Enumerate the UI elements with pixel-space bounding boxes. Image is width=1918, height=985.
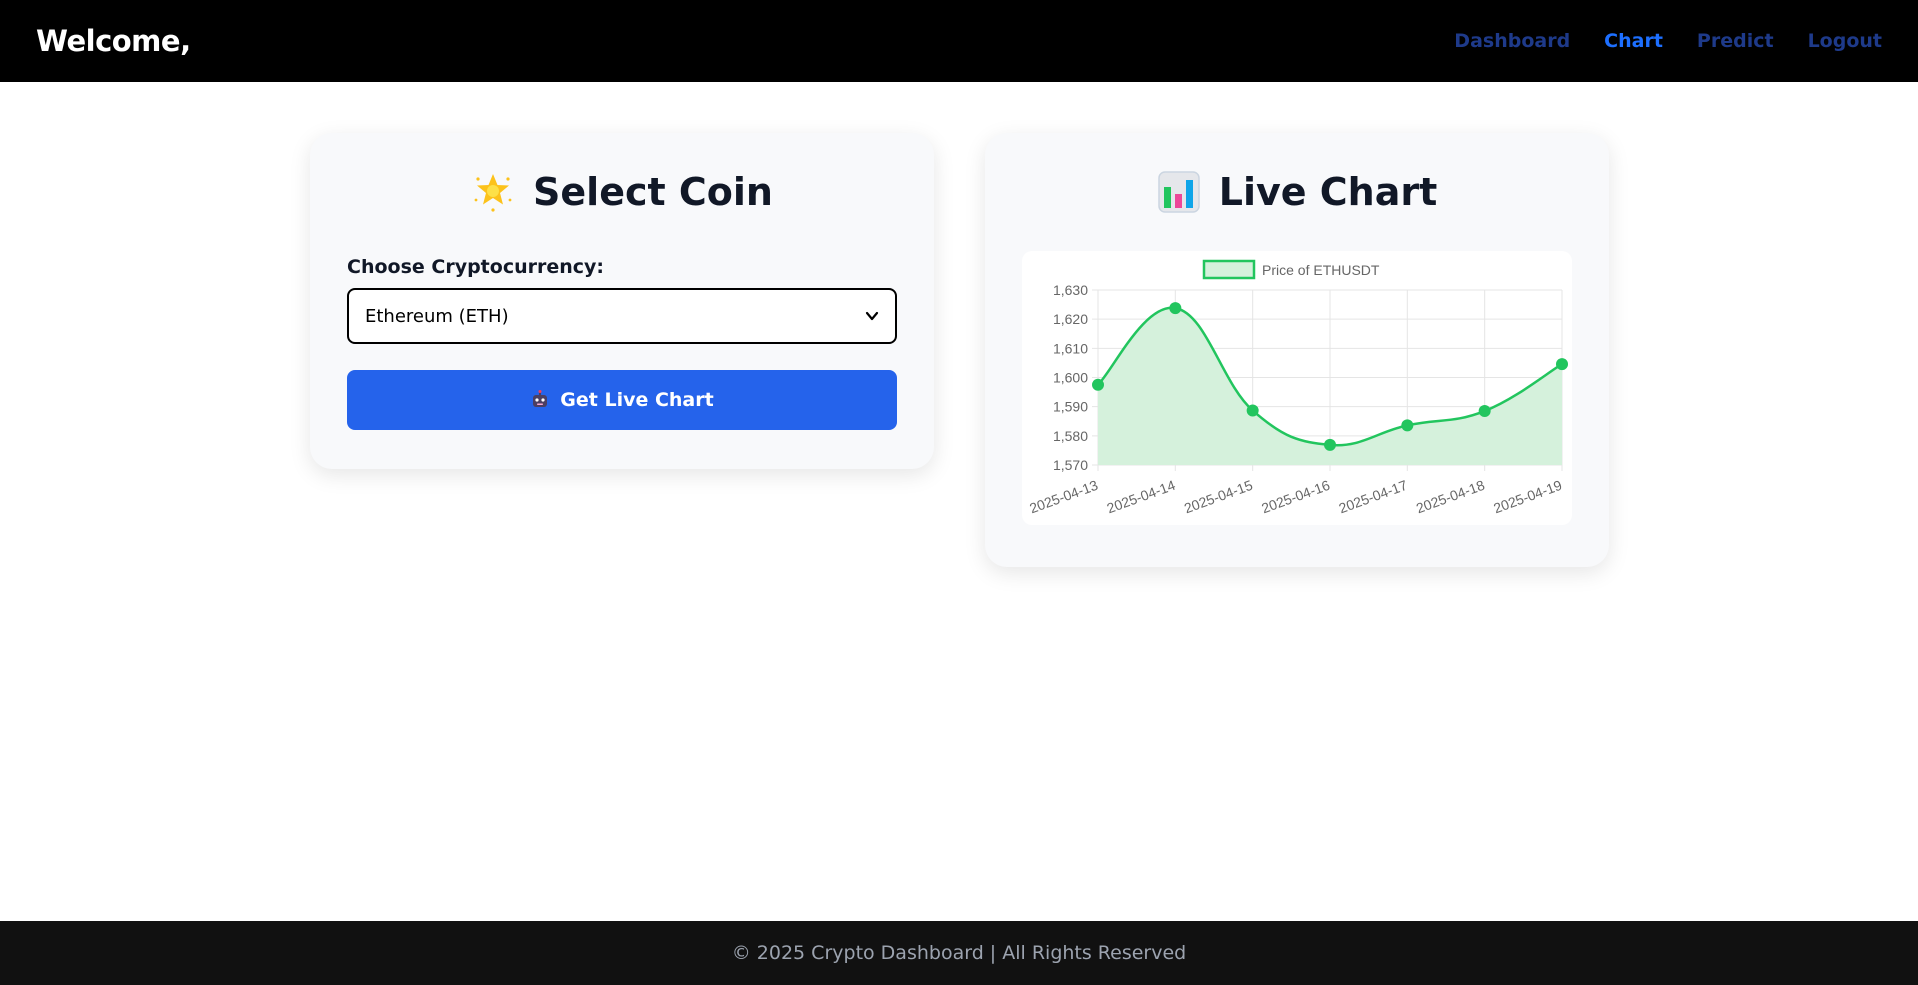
x-tick-label: 2025-04-15	[1182, 477, 1255, 517]
get-live-chart-label: Get Live Chart	[560, 389, 714, 411]
nav-link-predict[interactable]: Predict	[1697, 30, 1774, 52]
x-tick-label: 2025-04-19	[1491, 477, 1564, 517]
data-point	[1324, 438, 1336, 451]
y-tick-label: 1,630	[1053, 282, 1088, 298]
live-chart-heading: Live Chart	[1022, 169, 1572, 215]
y-tick-label: 1,610	[1053, 340, 1088, 356]
nav-links: Dashboard Chart Predict Logout	[1454, 30, 1882, 52]
y-tick-label: 1,570	[1053, 457, 1088, 473]
x-tick-label: 2025-04-17	[1337, 477, 1410, 517]
nav-link-logout[interactable]: Logout	[1808, 30, 1882, 52]
nav-link-dashboard[interactable]: Dashboard	[1454, 30, 1570, 52]
footer: © 2025 Crypto Dashboard | All Rights Res…	[0, 921, 1918, 985]
data-point	[1401, 419, 1414, 432]
bar-chart-icon	[1158, 171, 1200, 213]
x-tick-label: 2025-04-13	[1027, 477, 1100, 517]
glowing-star-icon	[474, 174, 512, 212]
price-chart: 1,630 1,620 1,610 1,600 1,590 1,580 1,570 2025-…	[1022, 251, 1572, 525]
crypto-select[interactable]: Ethereum (ETH)	[347, 288, 897, 344]
y-tick-label: 1,600	[1053, 370, 1088, 386]
data-point	[1478, 405, 1491, 418]
top-navbar: Welcome, Dashboard Chart Predict Logout	[0, 0, 1918, 82]
data-point	[1169, 302, 1182, 315]
y-tick-label: 1,580	[1053, 428, 1088, 444]
data-point	[1246, 404, 1259, 417]
x-tick-label: 2025-04-16	[1259, 477, 1332, 517]
welcome-title: Welcome,	[36, 24, 191, 58]
crypto-select-value: Ethereum (ETH)	[365, 305, 509, 327]
live-chart-card: Live Chart 1,630 1,620 1,610 1,600 1,590 1,58…	[985, 133, 1609, 567]
x-tick-label: 2025-04-14	[1105, 477, 1178, 517]
y-tick-label: 1,620	[1053, 311, 1088, 327]
y-tick-label: 1,590	[1053, 399, 1088, 415]
select-coin-card: Select Coin Choose Cryptocurrency: Ether…	[310, 133, 934, 469]
legend-label: Price of ETHUSDT	[1262, 262, 1380, 278]
select-coin-title: Select Coin	[533, 170, 773, 214]
select-coin-heading: Select Coin	[347, 169, 897, 215]
live-chart-title: Live Chart	[1218, 170, 1438, 214]
data-point	[1092, 378, 1104, 391]
crypto-field-label: Choose Cryptocurrency:	[347, 256, 605, 278]
get-live-chart-button[interactable]: Get Live Chart	[347, 370, 897, 430]
price-chart-svg: 1,630 1,620 1,610 1,600 1,590 1,580 1,570 2025-…	[1027, 259, 1568, 517]
data-point	[1556, 358, 1568, 371]
robot-icon	[533, 390, 548, 407]
nav-link-chart[interactable]: Chart	[1604, 30, 1663, 52]
footer-text: © 2025 Crypto Dashboard | All Rights Res…	[731, 942, 1187, 964]
x-tick-label: 2025-04-18	[1414, 477, 1487, 517]
legend-swatch	[1202, 259, 1256, 280]
chevron-down-icon	[865, 311, 879, 321]
